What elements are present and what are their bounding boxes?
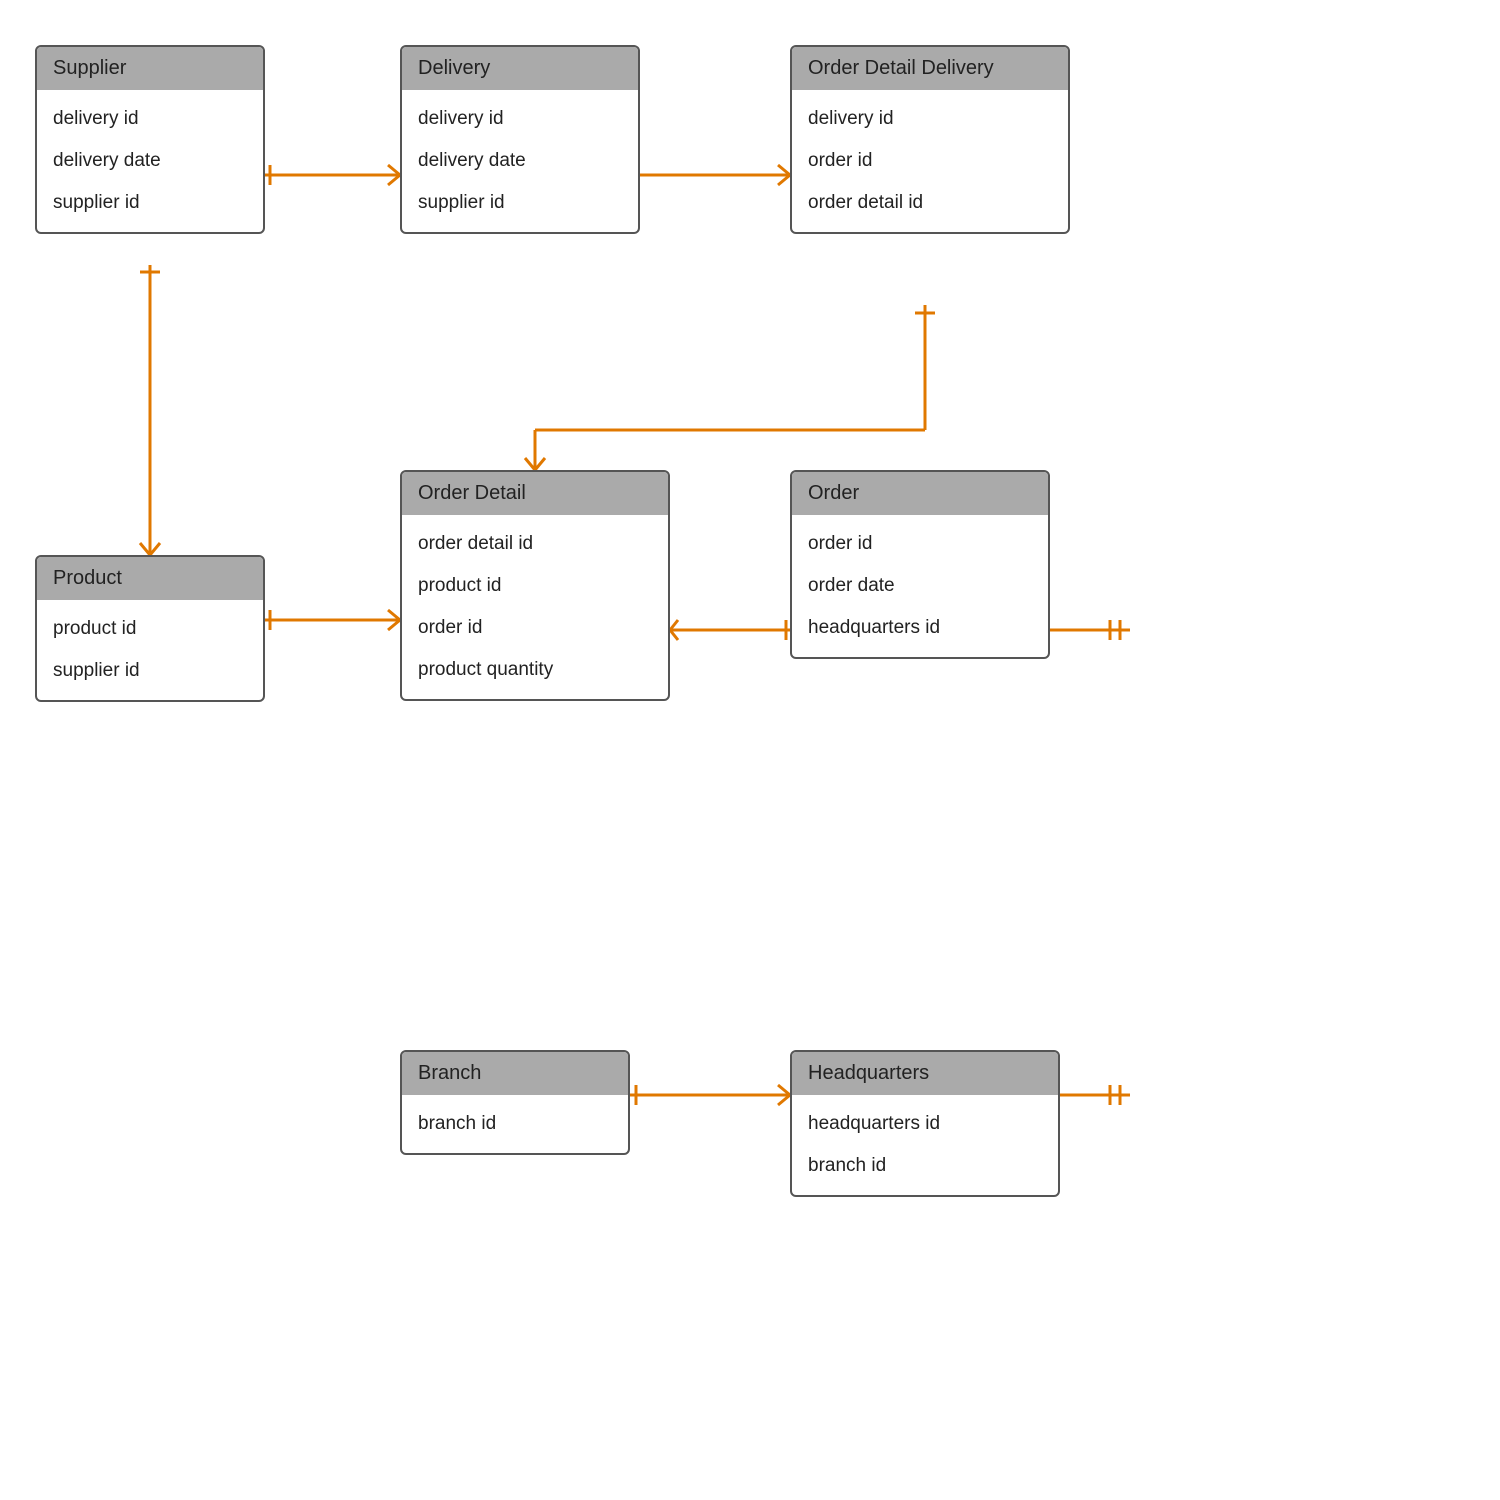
delivery-table-body: delivery id delivery date supplier id <box>402 90 638 232</box>
branch-table-body: branch id <box>402 1095 628 1153</box>
order-detail-delivery-table-body: delivery id order id order detail id <box>792 90 1068 232</box>
branch-table: Branch branch id <box>400 1050 630 1155</box>
field-delivery-id: delivery id <box>418 98 622 140</box>
delivery-table: Delivery delivery id delivery date suppl… <box>400 45 640 234</box>
order-detail-delivery-table: Order Detail Delivery delivery id order … <box>790 45 1070 234</box>
field-branch-id: branch id <box>418 1103 612 1145</box>
headquarters-table: Headquarters headquarters id branch id <box>790 1050 1060 1197</box>
field-product-quantity: product quantity <box>418 649 652 691</box>
field-headquarters-id: headquarters id <box>808 607 1032 649</box>
field-order-detail-id: order detail id <box>418 523 652 565</box>
delivery-table-header: Delivery <box>402 47 638 90</box>
branch-table-header: Branch <box>402 1052 628 1095</box>
field-order-id: order id <box>808 140 1052 182</box>
field-order-id: order id <box>418 607 652 649</box>
order-detail-table-header: Order Detail <box>402 472 668 515</box>
field-supplier-id: supplier id <box>53 650 247 692</box>
field-supplier-id: supplier id <box>418 182 622 224</box>
field-product-id: product id <box>418 565 652 607</box>
order-detail-table-body: order detail id product id order id prod… <box>402 515 668 699</box>
order-table: Order order id order date headquarters i… <box>790 470 1050 659</box>
supplier-table-header: Supplier <box>37 47 263 90</box>
field-delivery-id: delivery id <box>53 98 247 140</box>
headquarters-table-header: Headquarters <box>792 1052 1058 1095</box>
field-order-date: order date <box>808 565 1032 607</box>
order-detail-delivery-table-header: Order Detail Delivery <box>792 47 1068 90</box>
product-table-header: Product <box>37 557 263 600</box>
order-table-body: order id order date headquarters id <box>792 515 1048 657</box>
field-delivery-date: delivery date <box>53 140 247 182</box>
supplier-table: Supplier delivery id delivery date suppl… <box>35 45 265 234</box>
headquarters-table-body: headquarters id branch id <box>792 1095 1058 1195</box>
field-delivery-date: delivery date <box>418 140 622 182</box>
product-table: Product product id supplier id <box>35 555 265 702</box>
supplier-table-body: delivery id delivery date supplier id <box>37 90 263 232</box>
field-product-id: product id <box>53 608 247 650</box>
field-supplier-id: supplier id <box>53 182 247 224</box>
field-delivery-id: delivery id <box>808 98 1052 140</box>
field-branch-id: branch id <box>808 1145 1042 1187</box>
product-table-body: product id supplier id <box>37 600 263 700</box>
field-order-detail-id: order detail id <box>808 182 1052 224</box>
field-headquarters-id: headquarters id <box>808 1103 1042 1145</box>
order-table-header: Order <box>792 472 1048 515</box>
order-detail-table: Order Detail order detail id product id … <box>400 470 670 701</box>
field-order-id: order id <box>808 523 1032 565</box>
